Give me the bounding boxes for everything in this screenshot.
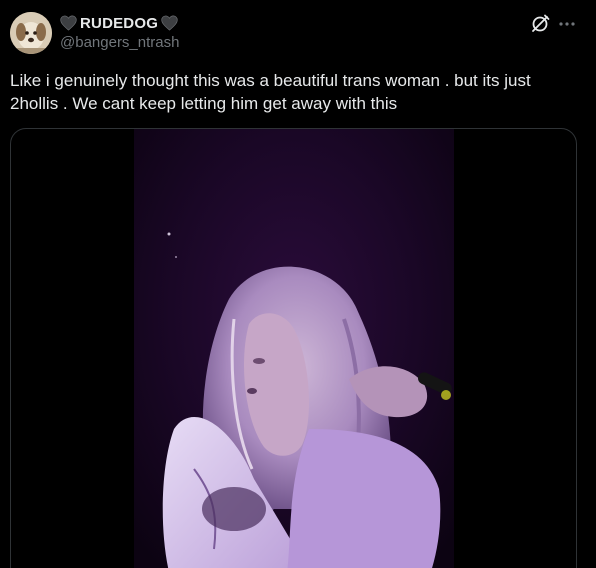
media-container[interactable] xyxy=(10,128,577,568)
tweet[interactable]: RUDEDOG @bangers_ntrash Like i genuinely… xyxy=(0,0,596,568)
black-heart-icon xyxy=(60,15,77,31)
avatar[interactable] xyxy=(10,12,52,54)
grok-icon[interactable] xyxy=(530,14,550,34)
black-heart-icon xyxy=(161,15,178,31)
more-icon[interactable] xyxy=(557,14,577,34)
handle[interactable]: @bangers_ntrash xyxy=(60,34,179,51)
name-row[interactable]: RUDEDOG xyxy=(60,13,179,33)
tweet-header: RUDEDOG @bangers_ntrash xyxy=(60,13,179,53)
tweet-text: Like i genuinely thought this was a beau… xyxy=(10,71,531,113)
video-frame[interactable] xyxy=(134,129,454,568)
display-name[interactable]: RUDEDOG xyxy=(80,15,158,32)
